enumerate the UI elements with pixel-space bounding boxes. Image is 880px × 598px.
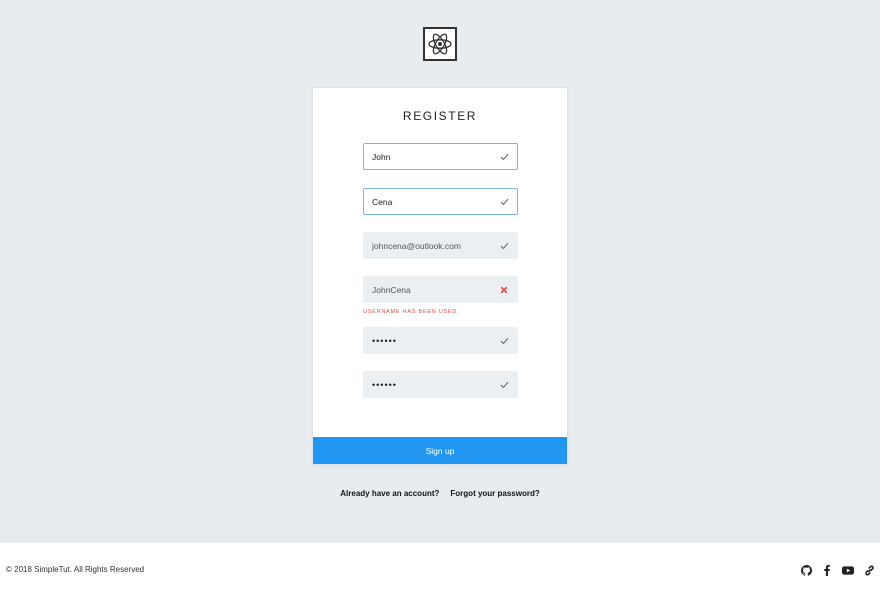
last-name-value: Cena — [372, 196, 393, 207]
email-value: johncena@outlook.com — [372, 240, 461, 251]
check-icon — [499, 336, 509, 346]
facebook-icon[interactable] — [821, 564, 833, 576]
already-have-account-link[interactable]: Already have an account? — [340, 489, 439, 498]
first-name-value: John — [372, 151, 391, 162]
username-field[interactable]: JohnCena — [363, 276, 518, 303]
username-error-message: Username has been used. — [363, 309, 460, 315]
username-value: JohnCena — [372, 284, 411, 295]
page-background: John Cena johncena@outlook.com JohnCena … — [0, 0, 880, 543]
confirm-password-value: •••••• — [372, 379, 397, 390]
confirm-password-field[interactable]: •••••• — [363, 371, 518, 398]
check-icon — [499, 152, 509, 162]
check-icon — [499, 241, 509, 251]
auth-links: Already have an account? Forgot your pas… — [0, 489, 880, 498]
check-icon — [499, 197, 509, 207]
first-name-field[interactable]: John — [363, 143, 518, 170]
check-icon — [499, 380, 509, 390]
page-title: REGISTER — [402, 109, 478, 123]
sign-up-button[interactable]: Sign up — [313, 437, 567, 464]
register-card: John Cena johncena@outlook.com JohnCena … — [313, 88, 567, 464]
error-x-icon — [499, 285, 509, 295]
email-field[interactable]: johncena@outlook.com — [363, 232, 518, 259]
react-atom-icon[interactable] — [423, 27, 457, 61]
social-links — [800, 564, 875, 576]
password-value: •••••• — [372, 335, 397, 346]
footer: © 2018 SimpleTut. All Rights Reserved — [0, 543, 880, 598]
link-icon[interactable] — [863, 564, 875, 576]
github-icon[interactable] — [800, 564, 812, 576]
forgot-password-link[interactable]: Forgot your password? — [450, 489, 539, 498]
password-field[interactable]: •••••• — [363, 327, 518, 354]
last-name-field[interactable]: Cena — [363, 188, 518, 215]
youtube-icon[interactable] — [842, 564, 854, 576]
copyright-text: © 2018 SimpleTut. All Rights Reserved — [6, 565, 145, 574]
